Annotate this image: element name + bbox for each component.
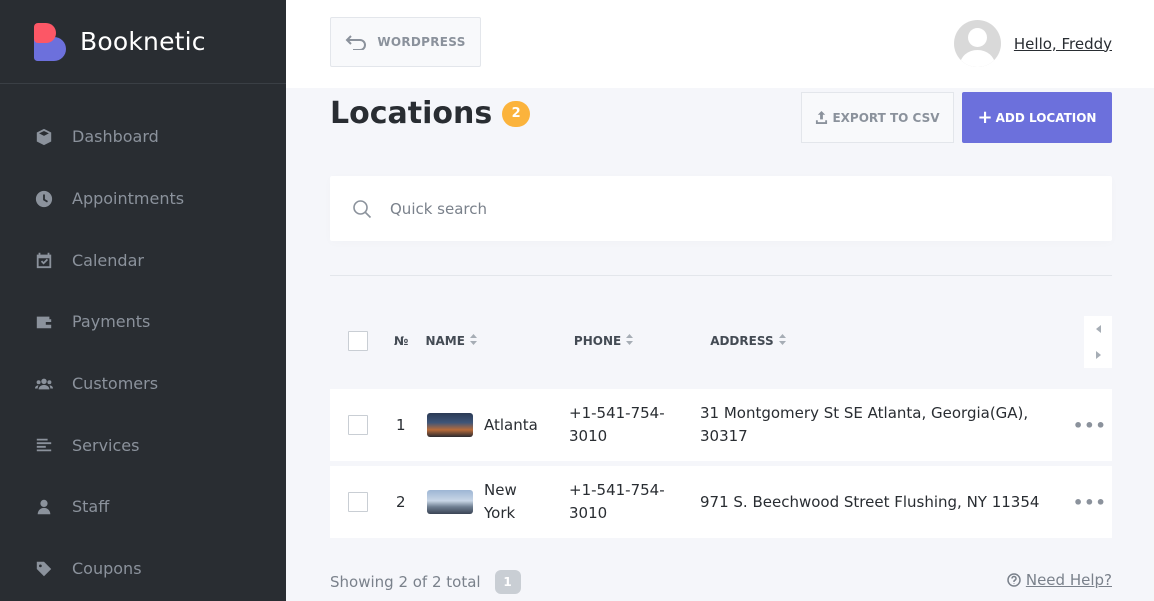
sort-icon: [469, 334, 477, 348]
sidebar-item-staff[interactable]: Staff: [0, 476, 286, 538]
count-badge: 2: [502, 100, 531, 127]
page-title-text: Locations: [330, 96, 493, 131]
list-icon: [34, 435, 54, 455]
clock-icon: [34, 189, 54, 209]
location-phone: +1-541-754-3010: [569, 481, 665, 522]
sidebar-item-appointments[interactable]: Appointments: [0, 168, 286, 230]
sidebar-item-coupons[interactable]: Coupons: [0, 538, 286, 600]
divider: [330, 275, 1112, 276]
sidebar-item-label: Dashboard: [72, 127, 159, 147]
row-checkbox[interactable]: [348, 492, 368, 512]
cube-icon: [34, 127, 54, 147]
sidebar-item-label: Customers: [72, 374, 159, 394]
question-circle-icon: [1007, 573, 1021, 587]
need-help-link[interactable]: Need Help?: [1007, 571, 1112, 589]
row-checkbox[interactable]: [348, 415, 368, 435]
need-help-label: Need Help?: [1025, 571, 1112, 589]
location-address: 971 S. Beechwood Street Flushing, NY 113…: [700, 492, 1040, 511]
export-csv-label: EXPORT TO CSV: [832, 110, 940, 125]
table-scroll-arrows: [1084, 316, 1112, 368]
search-icon: [353, 199, 372, 218]
showing-text: Showing 2 of 2 total: [330, 573, 481, 591]
page-title: Locations 2: [330, 96, 531, 131]
search-bar: [330, 176, 1112, 241]
select-all-checkbox[interactable]: [348, 331, 368, 351]
add-location-button[interactable]: + ADD LOCATION: [962, 92, 1112, 143]
booknetic-logo-icon: [34, 22, 66, 61]
column-header-address[interactable]: ADDRESS: [710, 333, 786, 349]
sidebar-item-label: Payments: [72, 312, 151, 332]
sidebar-menu: Dashboard Appointments Calendar Payments…: [0, 84, 286, 600]
wallet-icon: [34, 312, 54, 332]
avatar[interactable]: [953, 20, 1001, 67]
location-name: Atlanta: [484, 415, 538, 434]
column-header-label: NAME: [425, 333, 465, 348]
more-options-icon[interactable]: •••: [1073, 416, 1107, 435]
export-csv-button[interactable]: EXPORT TO CSV: [801, 92, 954, 143]
brand-name: Booknetic: [80, 27, 206, 56]
row-number: 2: [396, 493, 406, 511]
sidebar-item-label: Calendar: [72, 250, 144, 270]
users-icon: [34, 374, 54, 394]
row-number: 1: [396, 416, 406, 434]
sidebar: Booknetic Dashboard Appointments Calenda…: [0, 0, 286, 601]
sidebar-item-dashboard[interactable]: Dashboard: [0, 106, 286, 168]
chevron-right-icon[interactable]: [1095, 351, 1101, 359]
page-number-button[interactable]: 1: [494, 570, 521, 594]
sidebar-item-services[interactable]: Services: [0, 414, 286, 476]
user-menu[interactable]: Hello, Freddy: [953, 20, 1112, 67]
main-content: Locations 2 EXPORT TO CSV + ADD LOCATION…: [286, 88, 1154, 601]
upload-icon: [816, 111, 828, 124]
sort-icon: [778, 334, 786, 348]
column-header-label: PHONE: [573, 333, 622, 348]
location-phone: +1-541-754-3010: [569, 404, 665, 445]
plus-icon: +: [977, 106, 993, 128]
location-image: [427, 413, 473, 437]
user-icon: [34, 497, 54, 517]
sidebar-item-customers[interactable]: Customers: [0, 353, 286, 415]
column-header-label: ADDRESS: [710, 333, 774, 348]
table-row[interactable]: 2 New York +1-541-754-3010 971 S. Beechw…: [330, 466, 1112, 538]
brand[interactable]: Booknetic: [0, 0, 286, 84]
location-name: New York: [484, 481, 517, 522]
sidebar-item-label: Appointments: [72, 189, 185, 209]
sort-icon: [626, 334, 634, 348]
topbar: WORDPRESS Hello, Freddy: [286, 0, 1154, 88]
more-options-icon[interactable]: •••: [1073, 493, 1107, 512]
calendar-icon: [34, 250, 54, 270]
chevron-left-icon[interactable]: [1095, 325, 1101, 333]
sidebar-item-label: Coupons: [72, 559, 142, 579]
wordpress-button[interactable]: WORDPRESS: [330, 17, 481, 67]
search-input[interactable]: [390, 199, 990, 218]
sidebar-item-label: Services: [72, 435, 140, 455]
tag-icon: [34, 559, 54, 579]
column-header-name[interactable]: NAME: [425, 333, 477, 349]
pagination-info: Showing 2 of 2 total 1: [330, 570, 521, 594]
column-header-num: №: [394, 334, 409, 348]
sidebar-item-calendar[interactable]: Calendar: [0, 229, 286, 291]
column-header-phone[interactable]: PHONE: [573, 333, 634, 349]
location-address: 31 Montgomery St SE Atlanta, Georgia(GA)…: [700, 404, 1029, 445]
table-header: № NAME PHONE ADDRESS: [330, 316, 1112, 366]
sidebar-item-payments[interactable]: Payments: [0, 291, 286, 353]
location-image: [427, 490, 473, 514]
wordpress-label: WORDPRESS: [377, 35, 466, 49]
table-row[interactable]: 1 Atlanta +1-541-754-3010 31 Montgomery …: [330, 389, 1112, 461]
sidebar-item-label: Staff: [72, 497, 110, 517]
user-greeting[interactable]: Hello, Freddy: [1014, 35, 1112, 53]
back-arrow-icon: [345, 35, 367, 50]
add-location-label: ADD LOCATION: [995, 110, 1097, 125]
